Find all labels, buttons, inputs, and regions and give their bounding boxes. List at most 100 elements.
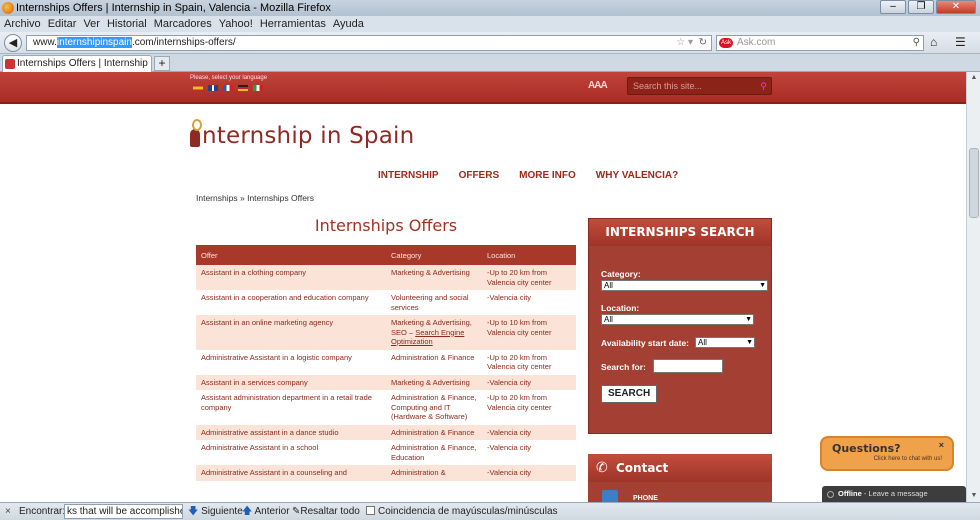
header-location[interactable]: Location (482, 245, 576, 265)
availability-label: Availability start date: (601, 338, 690, 348)
match-case-checkbox[interactable]: Coincidencia de mayúsculas/minúsculas (366, 503, 558, 520)
firefox-icon (2, 2, 14, 14)
offer-cell[interactable]: Administrative assistant in a dance stud… (196, 424, 386, 440)
back-button[interactable]: ◀ (4, 34, 22, 52)
search-engine-bar[interactable]: Ask Ask.com ⚲ (716, 35, 924, 51)
table-row[interactable]: Assistant in a cooperation and education… (196, 290, 576, 315)
chat-title: Questions? (832, 442, 901, 455)
close-window-button[interactable]: ✕ (936, 0, 976, 14)
site-search-icon[interactable]: ⚲ (760, 78, 767, 94)
language-label: Please, select your language (190, 75, 268, 81)
chat-bubble[interactable]: Questions? Click here to chat with us! × (820, 436, 954, 471)
search-icon[interactable]: ⚲ (913, 36, 920, 50)
chevron-down-icon: ▼ (759, 282, 766, 289)
menu-yahoo[interactable]: Yahoo! (219, 16, 253, 32)
table-row[interactable]: Assistant in an online marketing agency … (196, 315, 576, 350)
menu-editar[interactable]: Editar (48, 16, 77, 32)
table-row[interactable]: Administrative Assistant in a logistic c… (196, 349, 576, 375)
url-highlighted: internshipinspain (56, 37, 132, 48)
vertical-scrollbar[interactable]: ▲ ▼ (966, 72, 980, 502)
minimize-button[interactable]: – (880, 0, 906, 14)
flag-italian-icon[interactable] (253, 85, 263, 91)
chat-status-bar[interactable]: Offline - Leave a message (822, 486, 966, 502)
chat-subtitle: Click here to chat with us! (873, 456, 942, 462)
scrollbar-thumb[interactable] (969, 148, 979, 218)
scroll-down-icon[interactable]: ▼ (968, 490, 980, 502)
search-button[interactable]: SEARCH (601, 385, 658, 403)
find-input[interactable]: ks that will be accomplished (64, 504, 183, 519)
menu-ayuda[interactable]: Ayuda (333, 16, 364, 32)
flag-french-icon[interactable] (223, 85, 233, 91)
find-label: Encontrar: (19, 506, 66, 517)
availability-select[interactable]: All ▼ (695, 337, 755, 348)
flag-german-icon[interactable] (238, 85, 248, 91)
find-next-button[interactable]: 🡇 Siguiente (188, 503, 243, 520)
offer-cell[interactable]: Assistant administration department in a… (196, 390, 386, 425)
location-cell: -Valencia city (482, 440, 576, 465)
breadcrumb-current: Internships Offers (247, 193, 315, 203)
language-flags (193, 85, 263, 91)
site-logo[interactable]: nternship in Spain (190, 119, 414, 149)
table-row[interactable]: Administrative Assistant in a counseling… (196, 465, 576, 481)
site-favicon-icon (5, 59, 15, 69)
toolbar-menu-icon[interactable]: ☰ (955, 35, 966, 49)
nav-offers[interactable]: OFFERS (459, 170, 500, 181)
table-row[interactable]: Administrative Assistant in a school Adm… (196, 440, 576, 465)
chat-close-button[interactable]: × (939, 440, 944, 450)
scroll-up-icon[interactable]: ▲ (968, 72, 980, 84)
search-for-label: Search for: (601, 362, 646, 372)
navigation-toolbar: ◀ www.internshipinspain.com/internships-… (0, 32, 980, 54)
location-select-value: All (604, 315, 613, 324)
category-cell: Administration & Finance (386, 349, 482, 375)
location-select[interactable]: All ▼ (601, 314, 754, 325)
chevron-down-icon: ▼ (746, 339, 753, 346)
offer-cell[interactable]: Assistant in an online marketing agency (196, 315, 386, 350)
offer-cell[interactable]: Administrative Assistant in a school (196, 440, 386, 465)
nav-more-info[interactable]: MORE INFO (519, 170, 576, 181)
flag-spanish-icon[interactable] (193, 85, 203, 91)
close-find-bar-button[interactable]: × (5, 503, 11, 520)
find-previous-button[interactable]: 🡅 Anterior (242, 503, 290, 520)
menu-marcadores[interactable]: Marcadores (154, 16, 212, 32)
location-cell: -Up to 10 km from Valencia city center (482, 315, 576, 350)
location-cell: -Valencia city (482, 424, 576, 440)
maximize-button[interactable]: ❐ (908, 0, 934, 14)
location-cell: -Up to 20 km from Valencia city center (482, 265, 576, 290)
site-search-input[interactable]: Search this site... ⚲ (627, 77, 772, 95)
header-offer[interactable]: Offer (196, 245, 386, 265)
offer-cell[interactable]: Administrative Assistant in a logistic c… (196, 349, 386, 375)
nav-why-valencia[interactable]: WHY VALENCIA? (596, 170, 678, 181)
tab-internships-offers[interactable]: Internships Offers | Internship in ... (2, 55, 152, 72)
offer-cell[interactable]: Assistant in a services company (196, 374, 386, 390)
site-search-placeholder: Search this site... (633, 81, 703, 91)
table-row[interactable]: Administrative assistant in a dance stud… (196, 424, 576, 440)
new-tab-button[interactable]: + (154, 56, 170, 71)
home-icon[interactable]: ⌂ (930, 35, 937, 49)
menu-archivo[interactable]: Archivo (4, 16, 41, 32)
offer-cell[interactable]: Assistant in a clothing company (196, 265, 386, 290)
table-row[interactable]: Assistant in a clothing company Marketin… (196, 265, 576, 290)
nav-internship[interactable]: INTERNSHIP (378, 170, 439, 181)
arrow-up-icon: 🡅 (242, 506, 253, 517)
offer-cell[interactable]: Assistant in a cooperation and education… (196, 290, 386, 315)
logo-text: nternship in Spain (202, 123, 415, 149)
menu-historial[interactable]: Historial (107, 16, 147, 32)
tab-title: Internships Offers | Internship in ... (17, 58, 151, 69)
breadcrumb-home[interactable]: Internships (196, 193, 238, 203)
bookmark-star-icon[interactable]: ☆ ▾ (676, 36, 693, 50)
table-row[interactable]: Assistant in a services company Marketin… (196, 374, 576, 390)
menu-herramientas[interactable]: Herramientas (260, 16, 326, 32)
flag-english-icon[interactable] (208, 85, 218, 91)
highlight-all-label: Resaltar todo (300, 506, 360, 517)
font-size-control[interactable]: AAA (588, 80, 608, 91)
reload-icon[interactable]: ↻ (699, 36, 707, 50)
header-category[interactable]: Category (386, 245, 482, 265)
offer-cell[interactable]: Administrative Assistant in a counseling… (196, 465, 386, 481)
highlight-all-button[interactable]: ✎Resaltar todo (292, 503, 360, 520)
search-for-input[interactable] (653, 359, 723, 373)
menu-ver[interactable]: Ver (83, 16, 100, 32)
url-bar[interactable]: www.internshipinspain.com/internships-of… (26, 35, 712, 51)
category-cell: Marketing & Advertising, SEO – Search En… (386, 315, 482, 350)
category-select[interactable]: All ▼ (601, 280, 768, 291)
table-row[interactable]: Assistant administration department in a… (196, 390, 576, 425)
